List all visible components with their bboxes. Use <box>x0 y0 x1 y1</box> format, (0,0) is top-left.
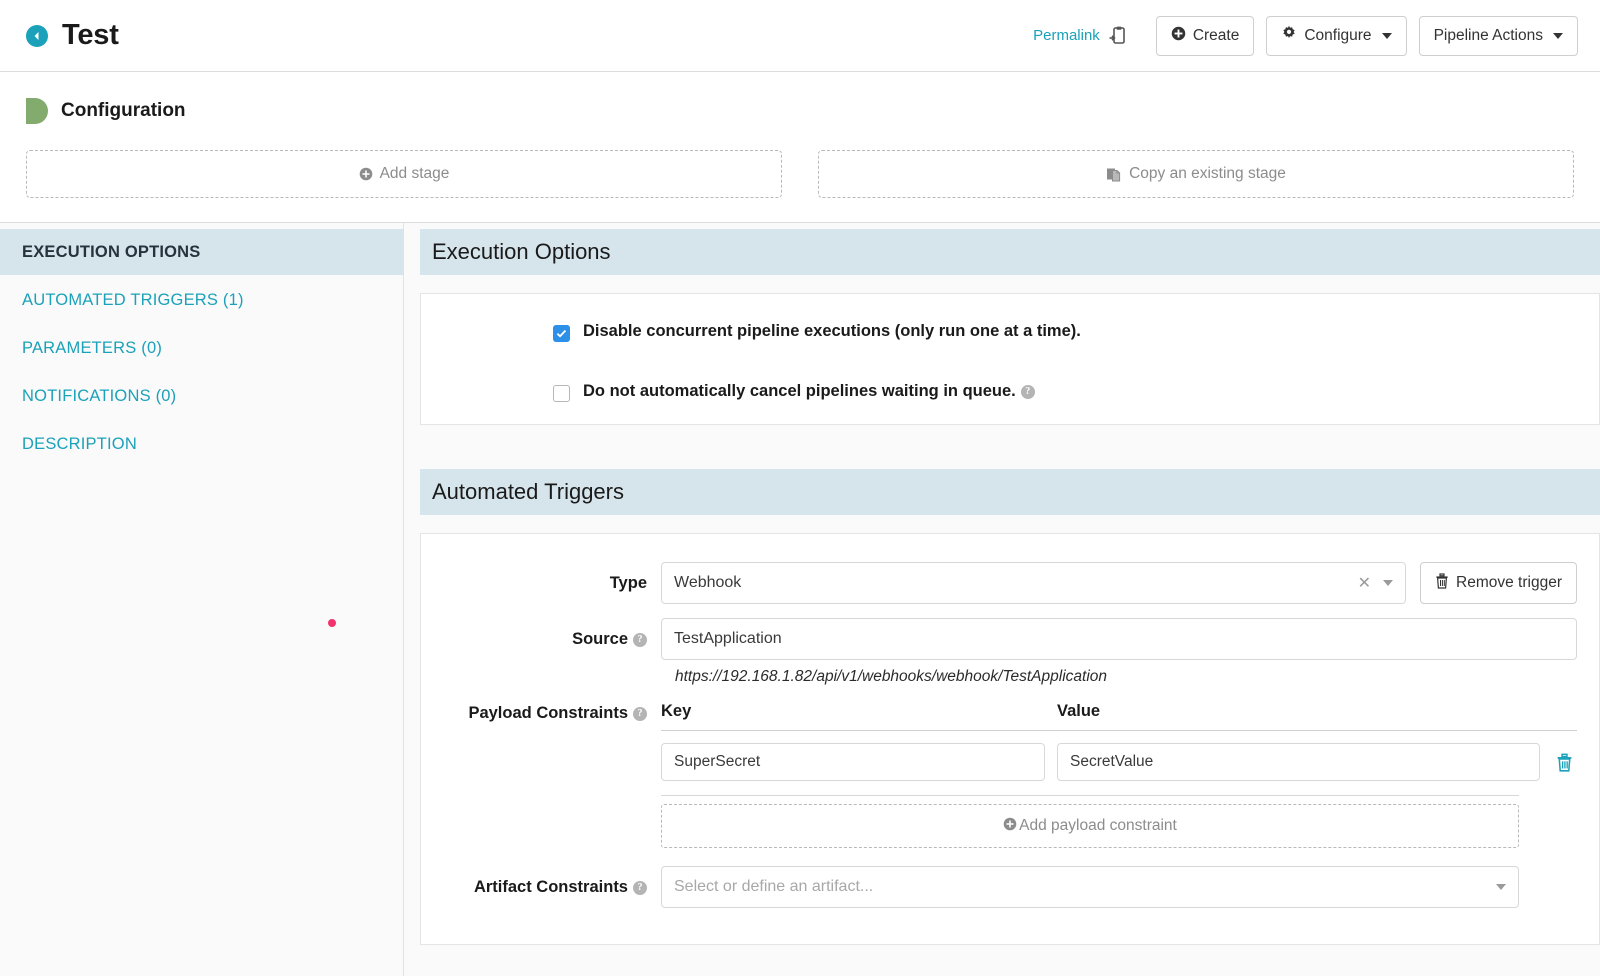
clipboard-paste-icon[interactable] <box>1109 26 1126 45</box>
stage-action-row: Add stage Copy an existing stage <box>26 150 1574 198</box>
page-title-group: Test <box>26 19 119 52</box>
pipeline-actions-button[interactable]: Pipeline Actions <box>1418 15 1578 56</box>
add-payload-constraint-label: Add payload constraint <box>1019 817 1177 834</box>
payload-header-divider <box>661 730 1577 731</box>
artifact-constraints-select[interactable]: Select or define an artifact... <box>661 866 1519 908</box>
trigger-type-value: Webhook <box>674 574 742 591</box>
payload-value-column-header: Value <box>1057 702 1101 720</box>
payload-constraints-label: Payload Constraints? <box>443 702 661 723</box>
help-icon[interactable]: ? <box>633 706 647 721</box>
remove-trigger-label: Remove trigger <box>1456 574 1562 591</box>
plus-circle-icon <box>1171 26 1186 46</box>
configuration-strip: Configuration Add stage Copy an existing… <box>0 72 1600 223</box>
do-not-cancel-queued-row[interactable]: Do not automatically cancel pipelines wa… <box>443 382 1577 402</box>
sidebar-item-parameters[interactable]: PARAMETERS (0) <box>0 325 403 371</box>
plus-circle-icon <box>359 167 373 181</box>
payload-value-value: SecretValue <box>1070 753 1154 770</box>
webhook-url-hint: https://192.168.1.82/api/v1/webhooks/web… <box>675 668 1108 685</box>
artifact-constraints-label-text: Artifact Constraints <box>473 878 628 896</box>
payload-key-column-header: Key <box>661 702 692 720</box>
gear-icon <box>1281 25 1297 46</box>
cursor-marker <box>328 619 336 627</box>
sidebar-item-label: AUTOMATED TRIGGERS (1) <box>22 290 244 309</box>
configuration-label: Configuration <box>61 100 186 121</box>
disable-concurrent-executions-checkbox[interactable] <box>553 325 570 342</box>
delete-payload-constraint-trash-icon[interactable] <box>1552 753 1577 772</box>
clear-x-icon[interactable]: ✕ <box>1358 573 1371 593</box>
payload-value-input[interactable]: SecretValue <box>1057 743 1540 781</box>
chevron-down-icon[interactable] <box>1496 884 1506 890</box>
add-stage-button[interactable]: Add stage <box>26 150 782 198</box>
trash-icon <box>1435 572 1449 594</box>
configure-button[interactable]: Configure <box>1266 15 1407 56</box>
add-payload-constraint-button[interactable]: Add payload constraint <box>661 804 1519 848</box>
copy-stage-label: Copy an existing stage <box>1129 165 1286 182</box>
trigger-source-value: TestApplication <box>674 630 782 647</box>
trigger-type-label: Type <box>609 574 647 592</box>
create-button-label: Create <box>1192 26 1240 44</box>
automated-triggers-card: Type Webhook ✕ Remove trigger Source ? T… <box>420 533 1600 945</box>
circle-left-arrow-icon[interactable] <box>26 24 48 47</box>
settings-content: Execution Options Disable concurrent pip… <box>404 223 1600 976</box>
top-header-bar: Test Permalink Create Configure Pipeline… <box>0 0 1600 72</box>
sidebar-item-execution-options[interactable]: EXECUTION OPTIONS <box>0 229 403 275</box>
trigger-type-select[interactable]: Webhook ✕ <box>661 562 1407 604</box>
copy-existing-stage-button[interactable]: Copy an existing stage <box>818 150 1574 198</box>
sidebar-item-notifications[interactable]: NOTIFICATIONS (0) <box>0 373 403 419</box>
payload-key-input[interactable]: SuperSecret <box>661 743 1045 781</box>
artifact-constraints-placeholder: Select or define an artifact... <box>674 878 874 895</box>
do-not-cancel-queued-checkbox[interactable] <box>553 385 570 402</box>
do-not-cancel-queued-label: Do not automatically cancel pipelines wa… <box>583 382 1035 402</box>
trigger-source-label-text: Source <box>572 630 628 648</box>
chevron-down-icon <box>1553 32 1563 39</box>
sidebar-item-description[interactable]: DESCRIPTION <box>0 421 403 467</box>
help-icon[interactable]: ? <box>1020 384 1035 399</box>
permalink-group[interactable]: Permalink <box>1033 26 1126 45</box>
trigger-type-row: Type Webhook ✕ Remove trigger <box>443 562 1577 604</box>
payload-constraints-header: Key Value <box>661 702 1577 721</box>
sidebar-item-label: NOTIFICATIONS (0) <box>22 386 177 405</box>
chevron-down-icon[interactable] <box>1383 580 1394 586</box>
sidebar-item-label: DESCRIPTION <box>22 434 137 453</box>
table-row: SuperSecret SecretValue <box>661 743 1577 781</box>
configuration-heading: Configuration <box>26 98 1574 124</box>
create-button[interactable]: Create <box>1155 15 1255 56</box>
automated-triggers-section-header: Automated Triggers <box>420 469 1600 515</box>
pipeline-stage-icon <box>26 98 48 124</box>
sidebar-item-label: EXECUTION OPTIONS <box>22 242 201 261</box>
page-body: EXECUTION OPTIONS AUTOMATED TRIGGERS (1)… <box>0 223 1600 976</box>
pipeline-actions-label: Pipeline Actions <box>1433 26 1543 44</box>
page-title: Test <box>62 19 119 51</box>
payload-constraints-label-text: Payload Constraints <box>468 704 628 722</box>
trigger-source-label: Source? <box>443 618 661 649</box>
disable-concurrent-executions-row[interactable]: Disable concurrent pipeline executions (… <box>443 322 1577 342</box>
do-not-cancel-queued-text: Do not automatically cancel pipelines wa… <box>583 382 1016 400</box>
execution-options-section-header: Execution Options <box>420 229 1600 275</box>
help-icon[interactable]: ? <box>633 632 647 647</box>
payload-key-value: SuperSecret <box>674 753 761 770</box>
remove-trigger-button[interactable]: Remove trigger <box>1420 562 1577 604</box>
permalink-link[interactable]: Permalink <box>1033 27 1100 44</box>
plus-circle-icon <box>1003 817 1017 836</box>
trigger-source-row: Source? TestApplication <box>443 618 1577 660</box>
trigger-source-input[interactable]: TestApplication <box>661 618 1577 660</box>
artifact-constraints-row: Artifact Constraints? Select or define a… <box>443 866 1577 908</box>
help-icon[interactable]: ? <box>633 880 647 895</box>
section-title: Automated Triggers <box>432 479 624 504</box>
sidebar-item-automated-triggers[interactable]: AUTOMATED TRIGGERS (1) <box>0 277 403 323</box>
configure-button-label: Configure <box>1304 26 1372 44</box>
copy-files-icon <box>1106 166 1122 182</box>
artifact-constraints-label: Artifact Constraints? <box>443 866 661 897</box>
sidebar-item-label: PARAMETERS (0) <box>22 338 163 357</box>
chevron-down-icon <box>1381 32 1392 39</box>
settings-sidebar: EXECUTION OPTIONS AUTOMATED TRIGGERS (1)… <box>0 223 404 976</box>
header-actions: Permalink Create Configure Pipeline Acti… <box>1033 15 1578 56</box>
section-title: Execution Options <box>432 239 611 264</box>
add-stage-label: Add stage <box>379 165 450 182</box>
execution-options-card: Disable concurrent pipeline executions (… <box>420 293 1600 425</box>
disable-concurrent-executions-label: Disable concurrent pipeline executions (… <box>583 322 1081 340</box>
payload-table-rule <box>661 795 1519 796</box>
payload-constraints-row: Payload Constraints? Key Value SuperSecr… <box>443 702 1577 848</box>
